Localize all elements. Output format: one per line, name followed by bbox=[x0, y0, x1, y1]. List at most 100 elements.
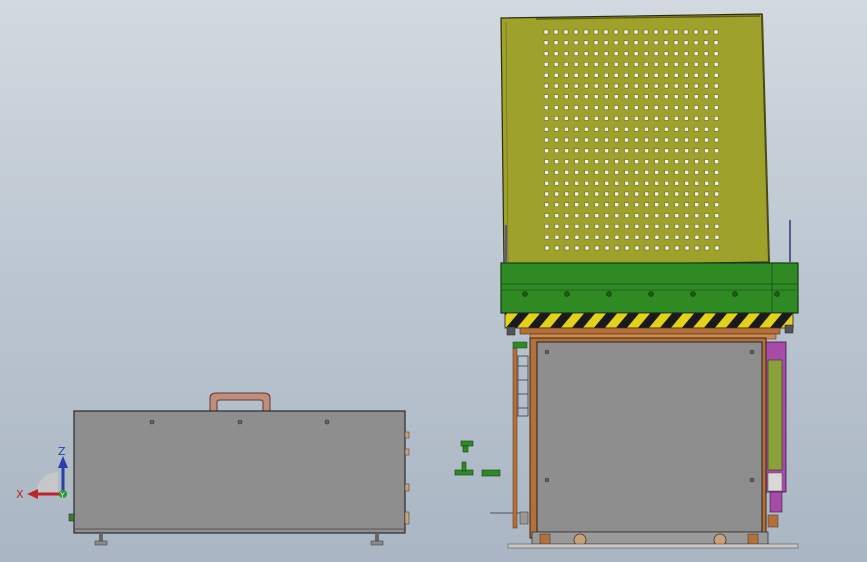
perforation-hole bbox=[654, 72, 659, 78]
foot bbox=[94, 540, 108, 546]
perforation-hole bbox=[703, 51, 709, 56]
perforation-hole bbox=[644, 105, 649, 110]
perforation-hole bbox=[544, 72, 549, 78]
perforation-hole bbox=[654, 116, 659, 121]
perforation-hole bbox=[694, 116, 699, 121]
perforation-hole bbox=[634, 170, 639, 175]
perforation-hole bbox=[563, 29, 569, 35]
perforation-hole bbox=[714, 83, 719, 89]
perforation-hole bbox=[714, 148, 719, 154]
fitting bbox=[68, 513, 75, 522]
perforation-hole bbox=[604, 159, 609, 164]
perforation-hole bbox=[704, 245, 710, 251]
perforation-hole bbox=[664, 224, 670, 229]
cabinet-door bbox=[536, 341, 763, 533]
perforation-hole bbox=[594, 180, 599, 186]
perforation-hole bbox=[594, 105, 599, 110]
perforation-hole bbox=[564, 180, 569, 186]
perforation-hole bbox=[703, 29, 709, 35]
perforation-hole bbox=[663, 40, 669, 45]
perforation-hole bbox=[574, 180, 579, 186]
perforation-hole bbox=[684, 234, 690, 240]
perforation-hole bbox=[574, 191, 579, 197]
perforation-hole bbox=[574, 83, 579, 89]
perforation-hole bbox=[624, 159, 629, 164]
perforation-hole bbox=[664, 94, 669, 100]
perforation-hole bbox=[674, 159, 679, 164]
screw bbox=[324, 419, 330, 425]
perforation-hole bbox=[664, 159, 669, 164]
perforation-hole bbox=[564, 191, 569, 197]
perforation-hole bbox=[713, 29, 719, 35]
perforation-hole bbox=[694, 72, 699, 78]
perforation-hole bbox=[623, 40, 629, 45]
perforation-hole bbox=[634, 94, 639, 100]
perforation-hole bbox=[704, 170, 709, 175]
perforation-hole bbox=[604, 224, 610, 229]
perforation-hole bbox=[664, 126, 669, 132]
perforation-hole bbox=[694, 105, 699, 110]
perforation-hole bbox=[544, 234, 550, 240]
perforation-hole bbox=[594, 94, 599, 100]
perforation-hole bbox=[644, 94, 649, 100]
perforation-hole bbox=[593, 62, 599, 67]
perforation-hole bbox=[614, 202, 619, 208]
loose-fittings bbox=[454, 440, 520, 514]
perforation-hole bbox=[654, 170, 659, 175]
perforation-hole bbox=[684, 180, 689, 186]
perforation-hole bbox=[563, 40, 569, 45]
perforation-hole bbox=[654, 202, 659, 208]
perforation-hole bbox=[693, 40, 699, 45]
perforation-hole bbox=[603, 29, 609, 35]
perforation-hole bbox=[714, 159, 719, 164]
perforation-hole bbox=[544, 83, 549, 89]
perforation-hole bbox=[674, 224, 680, 229]
perforation-hole bbox=[554, 94, 559, 100]
perforation-hole bbox=[624, 137, 629, 143]
perforation-hole bbox=[594, 202, 599, 208]
perforation-hole bbox=[703, 40, 709, 45]
perforation-hole bbox=[704, 213, 710, 218]
perforation-hole bbox=[613, 51, 619, 56]
perforation-hole bbox=[704, 72, 709, 78]
perforation-hole bbox=[584, 72, 589, 78]
perforation-hole bbox=[684, 116, 689, 121]
perforation-hole bbox=[704, 126, 709, 132]
enclosure-body bbox=[73, 410, 406, 534]
perforation-hole bbox=[694, 180, 699, 186]
perforation-hole bbox=[564, 116, 569, 121]
perforation-hole bbox=[564, 72, 569, 78]
perforation-hole bbox=[604, 94, 609, 100]
perforation-hole bbox=[684, 137, 689, 143]
perforation-hole bbox=[574, 94, 579, 100]
perforation-hole bbox=[614, 245, 620, 251]
perforation-hole bbox=[574, 137, 579, 143]
perforation-hole bbox=[614, 94, 619, 100]
perforation-hole bbox=[604, 234, 610, 240]
perforation-hole bbox=[673, 51, 679, 56]
perforation-hole bbox=[704, 137, 709, 143]
perforation-hole bbox=[643, 40, 649, 45]
perforation-hole bbox=[694, 148, 699, 154]
perforation-hole bbox=[664, 148, 669, 154]
perforation-hole bbox=[664, 213, 670, 218]
perforation-hole bbox=[564, 170, 569, 175]
screw bbox=[149, 419, 155, 425]
cad-viewport[interactable]: Z X Y bbox=[0, 0, 867, 562]
perforation-hole bbox=[684, 72, 689, 78]
perforation-hole bbox=[604, 191, 609, 197]
perforation-hole bbox=[634, 148, 639, 154]
perforation-hole bbox=[624, 105, 629, 110]
perforation-hole bbox=[574, 159, 579, 164]
perforation-hole bbox=[704, 116, 709, 121]
perforation-hole bbox=[554, 126, 559, 132]
y-axis-label: Y bbox=[59, 491, 65, 500]
perforation-hole bbox=[554, 180, 559, 186]
perforation-hole bbox=[714, 126, 719, 132]
perforation-hole bbox=[633, 51, 639, 56]
perforation-hole bbox=[653, 40, 659, 45]
perforation-hole bbox=[644, 170, 649, 175]
perforation-hole bbox=[633, 29, 639, 35]
perforation-hole bbox=[564, 94, 569, 100]
perforation-hole bbox=[554, 105, 559, 110]
